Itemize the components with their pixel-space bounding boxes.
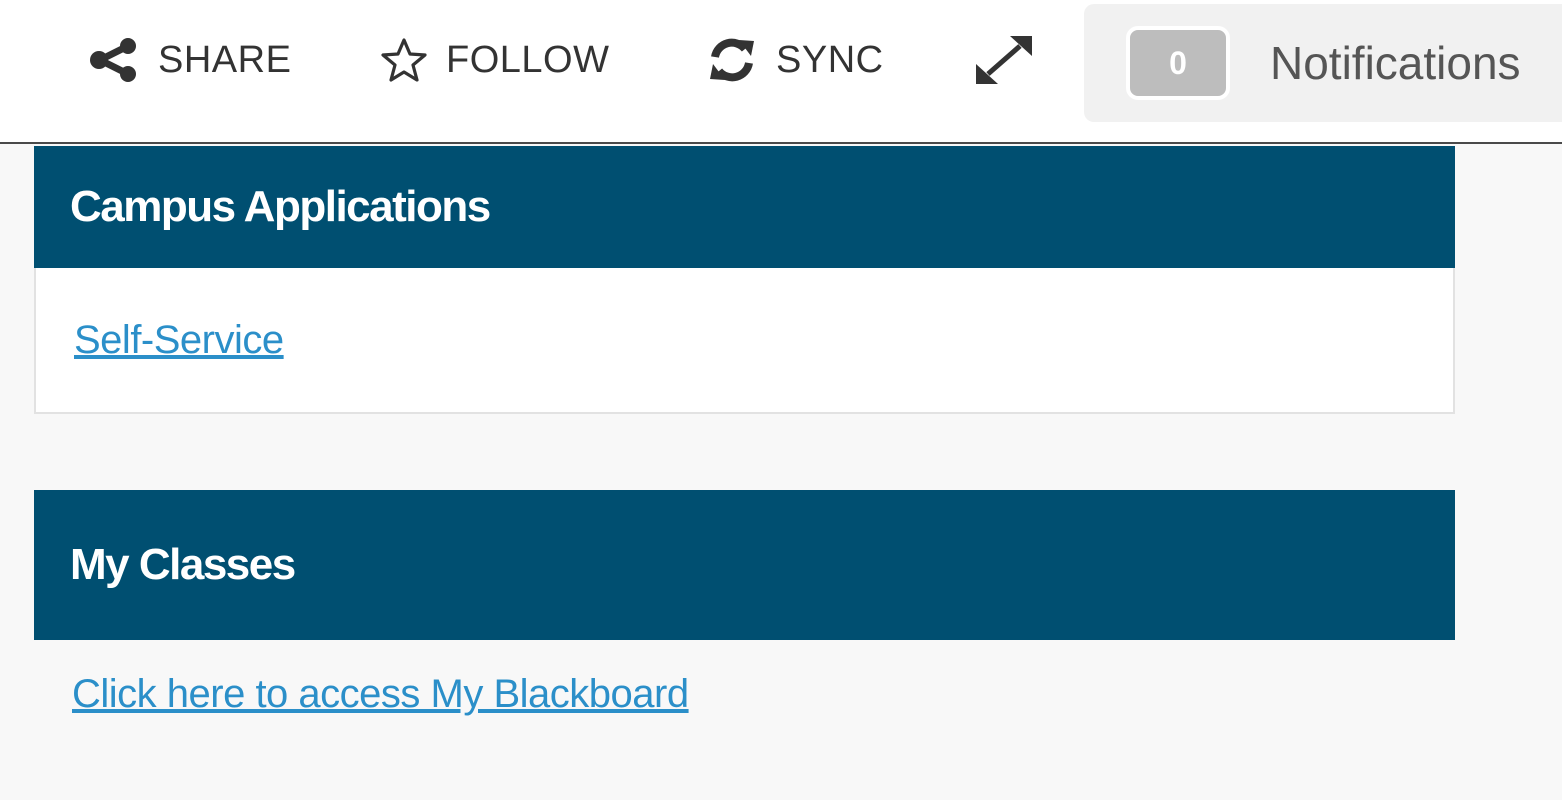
portal-toolbar: SHARE FOLLOW SYNC 0 Notifications — [0, 0, 1562, 144]
my-classes-header: My Classes — [34, 490, 1455, 640]
expand-button[interactable] — [974, 30, 1034, 90]
share-icon — [88, 37, 140, 83]
notifications-button[interactable]: 0 Notifications — [1084, 4, 1562, 122]
share-label: SHARE — [158, 38, 292, 81]
sync-label: SYNC — [776, 38, 884, 81]
sync-icon — [706, 35, 758, 85]
my-blackboard-link[interactable]: Click here to access My Blackboard — [72, 672, 689, 717]
expand-icon — [974, 32, 1034, 88]
star-outline-icon — [380, 37, 428, 83]
notifications-label: Notifications — [1270, 37, 1521, 89]
notification-count-badge: 0 — [1126, 26, 1230, 100]
campus-applications-header: Campus Applications — [34, 146, 1455, 268]
sync-button[interactable]: SYNC — [706, 30, 884, 90]
share-button[interactable]: SHARE — [88, 30, 291, 90]
follow-button[interactable]: FOLLOW — [380, 30, 609, 90]
campus-applications-body: Self-Service — [34, 268, 1455, 414]
follow-label: FOLLOW — [446, 38, 610, 81]
self-service-link[interactable]: Self-Service — [74, 318, 284, 363]
